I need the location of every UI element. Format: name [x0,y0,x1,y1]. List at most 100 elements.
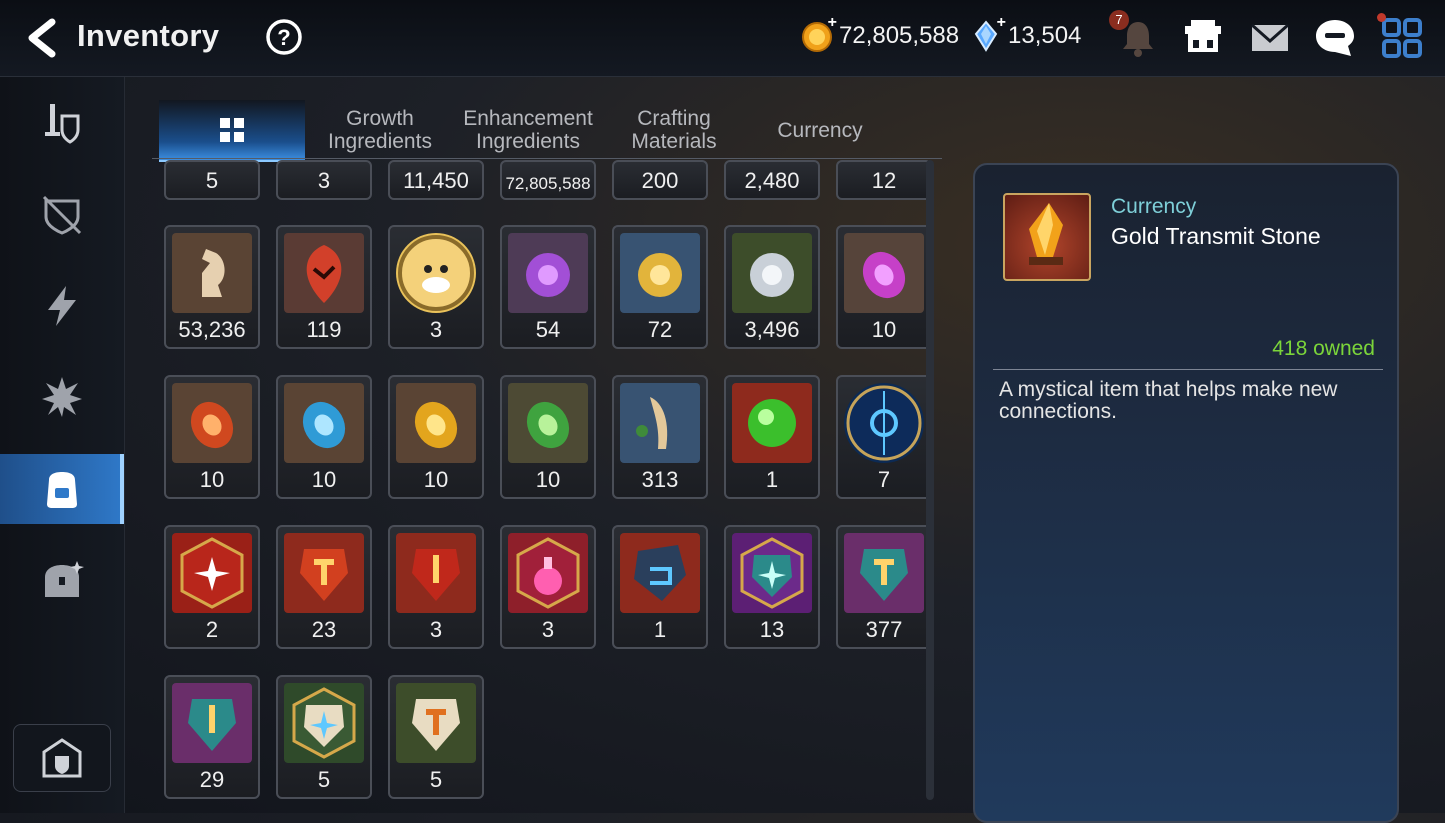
item-slot[interactable]: 3 [500,525,596,649]
item-slot[interactable]: 53,236 [164,225,260,349]
item-count: 2,480 [744,168,800,193]
sidebar-item-artifacts[interactable] [0,180,124,250]
item-slot[interactable]: 5 [276,675,372,799]
item-slot[interactable]: 72 [612,225,708,349]
item-slot[interactable]: 3 [388,525,484,649]
item-slot[interactable]: 5 [164,160,260,200]
item-slot[interactable]: 10 [164,375,260,499]
item-count: 10 [871,317,897,342]
item-count: 3 [429,317,443,342]
red-mark-stone-icon [396,533,476,613]
menu-alert-dot [1377,13,1386,22]
root-herb-icon [620,383,700,463]
tab-crafting-materials[interactable]: Crafting Materials [601,100,747,160]
item-slot[interactable]: 10 [500,375,596,499]
shop-icon[interactable] [1181,16,1225,60]
crystal-amount: 13,504 [1008,22,1082,49]
item-slot[interactable]: 10 [276,375,372,499]
item-count: 3 [541,617,555,642]
item-count: 2 [205,617,219,642]
item-slot[interactable]: 2,480 [724,160,820,200]
item-detail-panel: Currency Gold Transmit Stone 418 owned A… [973,163,1399,823]
item-slot[interactable]: 1 [612,525,708,649]
item-slot[interactable]: 5 [388,675,484,799]
notification-badge: 7 [1109,10,1129,30]
item-category: Currency [1111,195,1197,218]
tab-all[interactable] [159,100,305,162]
gold-transmit-stone-icon [1003,193,1091,281]
teal-hammer-stone-icon [844,533,924,613]
teal-star-stone-icon [732,533,812,613]
item-slot[interactable]: 10 [836,225,932,349]
sidebar-item-inventory[interactable] [0,454,124,524]
guild-storage-button[interactable] [13,724,111,792]
crystal-icon: + [970,14,1006,52]
tab-divider [152,158,942,159]
item-slot[interactable]: 54 [500,225,596,349]
item-count: 10 [423,467,449,492]
item-slot[interactable]: 13 [724,525,820,649]
fire-rune-icon [172,383,252,463]
teal-mark-stone-icon [172,683,252,763]
item-count: 5 [429,767,443,792]
lightning-icon [48,286,76,326]
item-grid: 5 3 11,450 72,805,588 200 2,480 12 53,23… [164,160,944,813]
item-slot[interactable]: 12 [836,160,932,200]
chat-icon[interactable] [1313,16,1357,60]
item-slot[interactable]: 2 [164,525,260,649]
tab-currency[interactable]: Currency [747,100,893,160]
sidebar-item-catalysts[interactable] [0,362,124,432]
white-hammer-stone-icon [396,683,476,763]
item-count: 7 [877,467,891,492]
item-slot[interactable]: 313 [612,375,708,499]
green-orb-icon [732,383,812,463]
item-name: Gold Transmit Stone [1111,223,1321,249]
mail-icon[interactable] [1248,16,1292,60]
sidebar-item-equipment[interactable] [0,89,124,159]
crystal-currency[interactable]: + 13,504 [970,14,1082,52]
item-slot[interactable]: 1 [724,375,820,499]
item-count: 5 [205,168,219,193]
gold-currency[interactable]: + 72,805,588 [801,14,960,52]
item-slot[interactable]: 200 [612,160,708,200]
item-count: 119 [306,317,342,342]
item-slot[interactable]: 7 [836,375,932,499]
item-slot[interactable]: 3 [388,225,484,349]
item-count: 23 [311,617,337,642]
pink-potion-icon [508,533,588,613]
earth-rune-icon [508,383,588,463]
item-slot[interactable]: 23 [276,525,372,649]
help-icon[interactable]: ? [265,18,303,56]
item-slot[interactable]: 29 [164,675,260,799]
item-slot[interactable]: 3 [276,160,372,200]
item-count: 3 [317,168,331,193]
sidebar-item-chests[interactable] [0,545,124,615]
item-slot[interactable]: 72,805,588 [500,160,596,200]
tab-enhancement-ingredients[interactable]: Enhancement Ingredients [455,100,601,160]
silver-flower-icon [732,233,812,313]
svg-text:?: ? [277,25,290,50]
item-slot[interactable]: 119 [276,225,372,349]
back-arrow-icon[interactable] [22,18,62,58]
item-count: 29 [199,767,225,792]
item-slot[interactable]: 3,496 [724,225,820,349]
red-leaf-icon [284,233,364,313]
purple-rune-icon [844,233,924,313]
grid-scrollbar[interactable] [926,160,934,800]
menu-grid-icon[interactable] [1380,16,1424,60]
ice-rune-icon [284,383,364,463]
gold-flower-icon [620,233,700,313]
horse-piece-icon [172,233,252,313]
gold-amount: 72,805,588 [839,22,960,49]
item-count: 200 [641,168,679,193]
blue-circuit-icon [844,383,924,463]
item-count: 3,496 [744,317,800,342]
sidebar-item-skills[interactable] [0,271,124,341]
item-slot[interactable]: 10 [388,375,484,499]
blue-rune-stone-icon [620,533,700,613]
tab-growth-ingredients[interactable]: Growth Ingredients [307,100,453,160]
grid-icon [220,118,244,142]
item-slot[interactable]: 377 [836,525,932,649]
item-slot[interactable]: 11,450 [388,160,484,200]
owned-count: 418 owned [1272,337,1375,360]
